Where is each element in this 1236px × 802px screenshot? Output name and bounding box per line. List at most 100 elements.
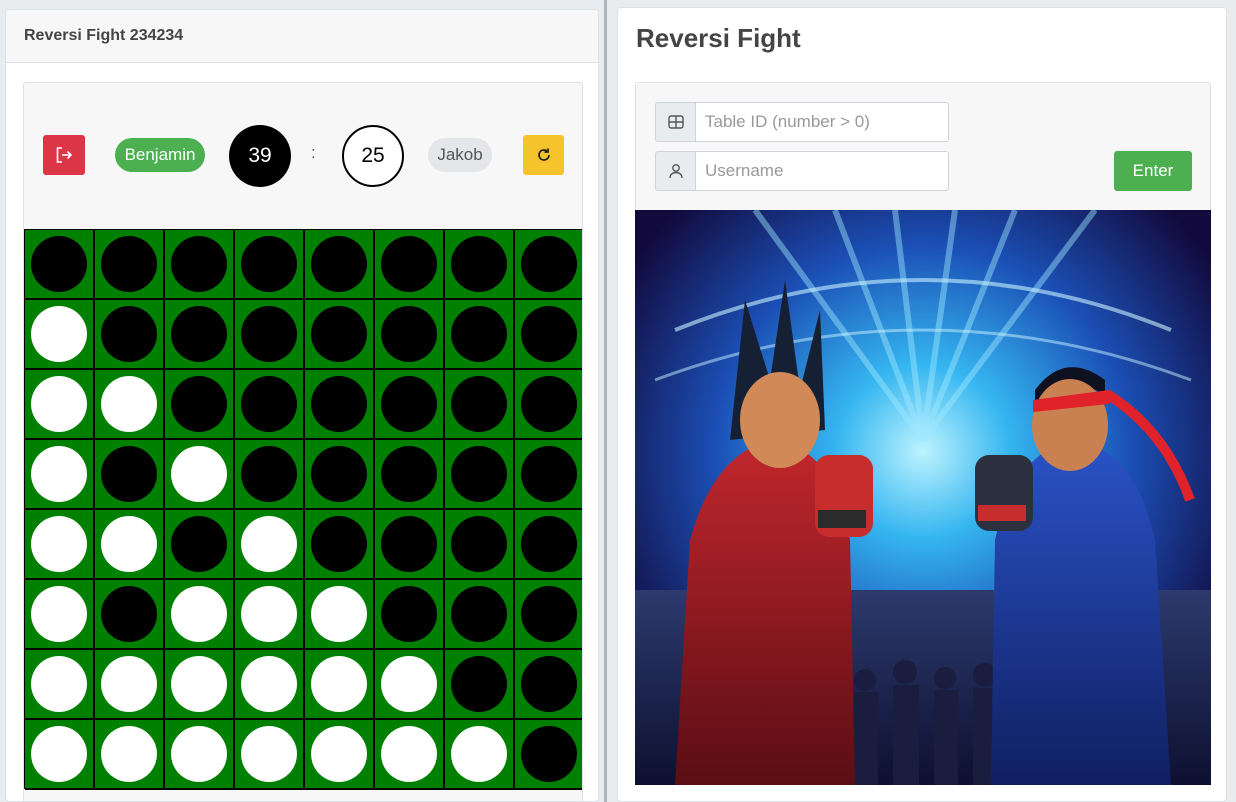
board-cell[interactable] [445, 370, 515, 440]
board-cell[interactable] [305, 300, 375, 370]
lobby-title: Reversi Fight [636, 23, 801, 53]
board-cell[interactable] [445, 440, 515, 510]
person-icon [668, 164, 683, 179]
board-cell[interactable] [95, 440, 165, 510]
board-cell[interactable] [445, 720, 515, 790]
board-cell[interactable] [305, 580, 375, 650]
black-disc [311, 236, 367, 292]
board-cell[interactable] [445, 510, 515, 580]
board-cell[interactable] [95, 230, 165, 300]
board-cell[interactable] [235, 510, 305, 580]
enter-button[interactable]: Enter [1114, 151, 1192, 191]
game-board [24, 229, 582, 790]
board-cell[interactable] [445, 580, 515, 650]
black-disc [381, 586, 437, 642]
table-id-input[interactable] [696, 102, 949, 142]
board-cell[interactable] [25, 510, 95, 580]
board-cell[interactable] [515, 300, 582, 370]
black-disc [241, 236, 297, 292]
white-disc [101, 376, 157, 432]
black-disc [171, 376, 227, 432]
username-group [655, 151, 949, 191]
black-disc [311, 306, 367, 362]
white-score: 25 [342, 125, 404, 187]
board-cell[interactable] [25, 650, 95, 720]
board-cell[interactable] [25, 230, 95, 300]
exit-button[interactable] [43, 135, 85, 175]
board-cell[interactable] [515, 720, 582, 790]
board-cell[interactable] [235, 720, 305, 790]
white-disc [31, 376, 87, 432]
board-cell[interactable] [95, 300, 165, 370]
white-disc [381, 656, 437, 712]
board-cell[interactable] [235, 650, 305, 720]
board-cell[interactable] [25, 300, 95, 370]
board-cell[interactable] [25, 440, 95, 510]
board-cell[interactable] [375, 300, 445, 370]
white-disc [311, 726, 367, 782]
black-disc [451, 516, 507, 572]
board-cell[interactable] [305, 230, 375, 300]
board-cell[interactable] [95, 510, 165, 580]
board-cell[interactable] [515, 580, 582, 650]
black-disc [451, 306, 507, 362]
black-disc [171, 236, 227, 292]
reset-button[interactable] [523, 135, 564, 175]
board-cell[interactable] [25, 580, 95, 650]
board-cell[interactable] [375, 370, 445, 440]
board-cell[interactable] [165, 300, 235, 370]
join-form: Enter [635, 82, 1211, 210]
black-disc [241, 306, 297, 362]
board-cell[interactable] [375, 440, 445, 510]
board-cell[interactable] [25, 720, 95, 790]
board-cell[interactable] [165, 440, 235, 510]
username-input[interactable] [696, 151, 949, 191]
white-disc [171, 586, 227, 642]
board-cell[interactable] [165, 370, 235, 440]
board-cell[interactable] [165, 720, 235, 790]
board-cell[interactable] [25, 370, 95, 440]
board-cell[interactable] [445, 650, 515, 720]
board-cell[interactable] [235, 580, 305, 650]
board-cell[interactable] [515, 650, 582, 720]
board-cell[interactable] [305, 720, 375, 790]
game-card-header: Reversi Fight 234234 [6, 10, 598, 63]
board-cell[interactable] [235, 230, 305, 300]
black-disc [521, 656, 577, 712]
game-panel: Benjamin 39 : 25 Jakob [23, 82, 583, 801]
table-addon [655, 102, 696, 142]
black-disc [311, 516, 367, 572]
black-disc [451, 236, 507, 292]
score-separator: : [311, 143, 316, 162]
board-cell[interactable] [375, 650, 445, 720]
board-cell[interactable] [445, 230, 515, 300]
board-cell[interactable] [515, 370, 582, 440]
board-cell[interactable] [165, 580, 235, 650]
pane-divider[interactable] [604, 0, 607, 802]
board-cell[interactable] [95, 370, 165, 440]
board-cell[interactable] [235, 300, 305, 370]
board-cell[interactable] [515, 440, 582, 510]
board-cell[interactable] [375, 230, 445, 300]
board-cell[interactable] [95, 580, 165, 650]
board-cell[interactable] [375, 510, 445, 580]
board-cell[interactable] [165, 230, 235, 300]
board-cell[interactable] [235, 370, 305, 440]
board-cell[interactable] [305, 650, 375, 720]
board-cell[interactable] [375, 720, 445, 790]
board-cell[interactable] [515, 510, 582, 580]
board-cell[interactable] [515, 230, 582, 300]
black-disc [101, 306, 157, 362]
board-cell[interactable] [235, 440, 305, 510]
game-title: Reversi Fight 234234 [24, 27, 184, 44]
board-cell[interactable] [95, 720, 165, 790]
board-cell[interactable] [165, 650, 235, 720]
board-cell[interactable] [305, 370, 375, 440]
board-cell[interactable] [375, 580, 445, 650]
board-cell[interactable] [95, 650, 165, 720]
board-cell[interactable] [165, 510, 235, 580]
board-cell[interactable] [305, 510, 375, 580]
board-cell[interactable] [305, 440, 375, 510]
player1-badge: Benjamin [115, 138, 205, 172]
board-cell[interactable] [445, 300, 515, 370]
